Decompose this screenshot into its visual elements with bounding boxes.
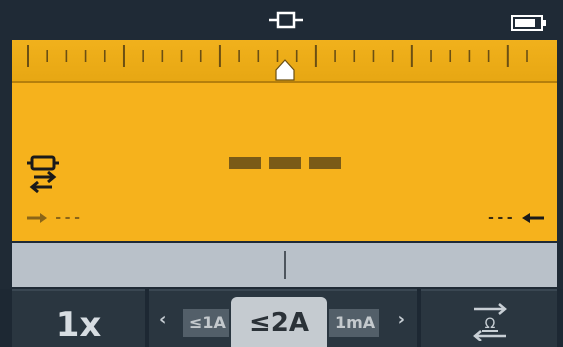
arrow-right-icon	[27, 213, 47, 223]
bargraph-center-mark	[284, 251, 286, 279]
reading-dash	[269, 157, 301, 169]
multiplier-label: 1x	[55, 305, 102, 345]
softkey-bar: 1x ‹ ≤1A 1mA ≤2A › Ω	[0, 289, 563, 347]
range-selector[interactable]: ‹ ≤1A 1mA ≤2A ›	[149, 289, 417, 347]
reading-dash	[309, 157, 341, 169]
left-indicator: ---	[26, 210, 82, 226]
chevron-right-icon[interactable]: ›	[398, 309, 405, 330]
scale-ticks	[27, 45, 528, 81]
range-option-prev[interactable]: ≤1A	[183, 309, 229, 337]
ohm-swap-button[interactable]: Ω	[421, 289, 557, 347]
arrow-left-icon	[522, 213, 544, 223]
range-option-selected[interactable]: ≤2A	[231, 297, 327, 347]
multiplier-button[interactable]: 1x	[12, 289, 145, 347]
bargraph	[12, 243, 557, 287]
continuity-probe-icon	[269, 11, 303, 29]
analog-scale	[12, 40, 557, 83]
status-bar	[0, 0, 563, 40]
main-display: --- ---	[12, 83, 557, 241]
range-option-next[interactable]: 1mA	[329, 309, 379, 337]
reading-dash	[229, 157, 261, 169]
reading-display	[229, 157, 341, 169]
right-indicator-value: ---	[486, 210, 515, 226]
meter-screen: --- --- 1x ‹ ≤1A 1mA ≤2A › Ω	[0, 0, 563, 347]
ohm-swap-icon: Ω	[473, 303, 507, 341]
chevron-left-icon[interactable]: ‹	[159, 309, 166, 330]
pointer-icon	[275, 59, 295, 81]
right-indicator: ---	[487, 210, 545, 226]
lead-connection-icon	[27, 155, 59, 194]
svg-text:Ω: Ω	[485, 316, 496, 332]
left-indicator-value: ---	[54, 210, 83, 226]
battery-icon	[511, 15, 546, 31]
